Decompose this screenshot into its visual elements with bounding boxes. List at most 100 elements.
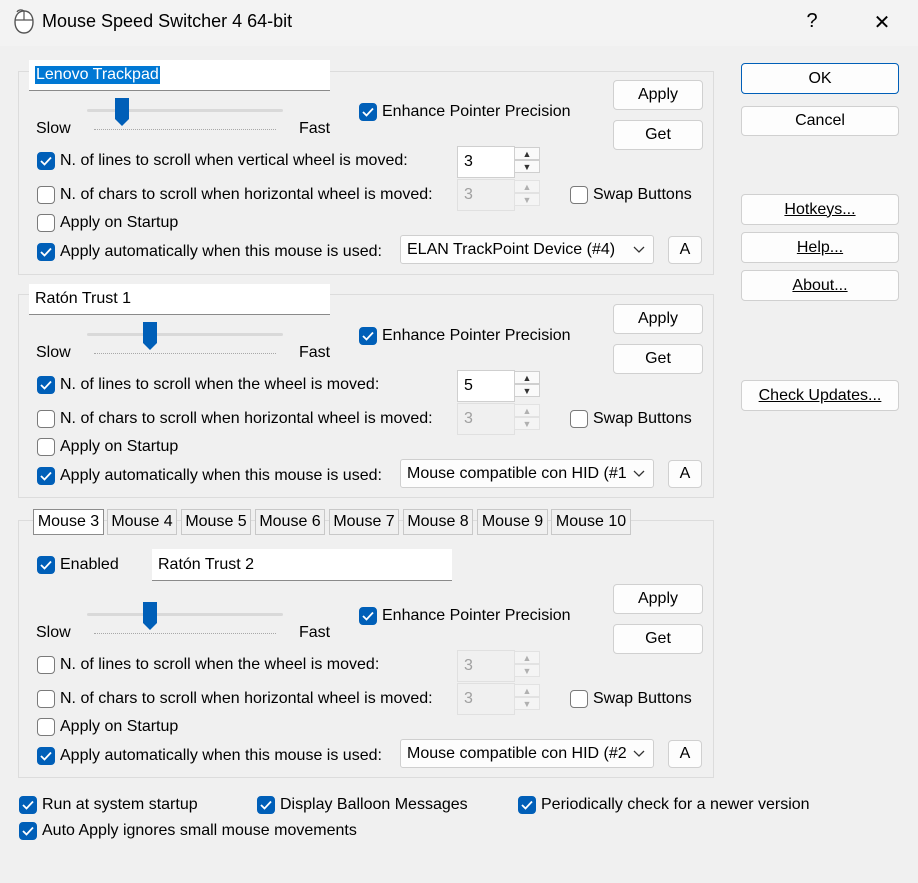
mouse3-lines-checkbox[interactable] (37, 656, 55, 674)
spin-down-icon: ▼ (514, 193, 540, 206)
mouse3-startup-checkbox[interactable] (37, 718, 55, 736)
mouse2-name-field[interactable]: Ratón Trust 1 (29, 284, 330, 315)
mouse1-lines-value: 3 (464, 153, 473, 170)
mouse1-get-button[interactable]: Get (613, 120, 703, 150)
mouse3-swap-label: Swap Buttons (593, 690, 692, 707)
cancel-button[interactable]: Cancel (741, 106, 899, 136)
chevron-down-icon (633, 746, 645, 765)
close-icon[interactable]: ✕ (862, 10, 902, 35)
checkmark-icon (40, 560, 52, 570)
mouse2-name-text: Ratón Trust 1 (35, 290, 132, 307)
chevron-down-icon (633, 466, 645, 485)
mouse2-swap-checkbox[interactable] (570, 410, 588, 428)
mouse1-a-button[interactable]: A (668, 236, 702, 264)
mouse1-swap-checkbox[interactable] (570, 186, 588, 204)
tab-mouse-6[interactable]: Mouse 6 (255, 509, 325, 535)
mouse2-auto-checkbox[interactable] (37, 467, 55, 485)
help-button-label: Help... (796, 238, 844, 256)
spin-down-icon[interactable]: ▼ (514, 384, 540, 397)
mouse1-name-field[interactable]: Lenovo Trackpad (29, 60, 330, 91)
mouse2-chars-spin-arrows: ▲ ▼ (514, 404, 540, 430)
balloon-label: Display Balloon Messages (280, 796, 468, 813)
mouse2-device-combo[interactable]: Mouse compatible con HID (#1 (400, 459, 654, 488)
hotkeys-button-label: Hotkeys... (784, 200, 856, 218)
mouse2-lines-spin-input[interactable]: 5 (457, 370, 515, 402)
mouse1-speed-thumb[interactable] (114, 97, 130, 127)
mouse3-enhance-checkbox[interactable] (359, 607, 377, 625)
mouse3-chars-label: N. of chars to scroll when horizontal wh… (60, 690, 433, 707)
checkmark-icon (22, 800, 34, 810)
mouse3-speed-thumb[interactable] (142, 601, 158, 631)
mouse1-chars-checkbox[interactable] (37, 186, 55, 204)
tab-mouse-10[interactable]: Mouse 10 (551, 509, 631, 535)
mouse1-apply-button[interactable]: Apply (613, 80, 703, 110)
balloon-checkbox[interactable] (257, 796, 275, 814)
mouse3-chars-value: 3 (464, 690, 473, 707)
check-updates-button[interactable]: Check Updates... (741, 380, 899, 411)
tab-mouse-8[interactable]: Mouse 8 (403, 509, 473, 535)
mouse2-lines-checkbox[interactable] (37, 376, 55, 394)
mouse2-startup-checkbox[interactable] (37, 438, 55, 456)
spin-up-icon[interactable]: ▲ (514, 651, 540, 664)
run-startup-checkbox[interactable] (19, 796, 37, 814)
mouse3-auto-checkbox[interactable] (37, 747, 55, 765)
check-updates-button-label: Check Updates... (758, 386, 882, 404)
mouse2-get-button[interactable]: Get (613, 344, 703, 374)
mouse3-a-button[interactable]: A (668, 740, 702, 768)
mouse1-chars-label: N. of chars to scroll when horizontal wh… (60, 186, 433, 203)
tab-mouse-3[interactable]: Mouse 3 (33, 509, 104, 535)
mouse2-speed-track (87, 333, 283, 336)
ok-button[interactable]: OK (741, 63, 899, 94)
mouse2-chars-checkbox[interactable] (37, 410, 55, 428)
spin-up-icon[interactable]: ▲ (514, 147, 540, 160)
checkmark-icon (260, 800, 272, 810)
mouse2-speed-thumb[interactable] (142, 321, 158, 351)
tab-mouse-7[interactable]: Mouse 7 (329, 509, 399, 535)
mouse1-speed-ticks (94, 129, 276, 131)
spin-down-icon: ▼ (514, 417, 540, 430)
mouse1-lines-checkbox[interactable] (37, 152, 55, 170)
spin-down-icon[interactable]: ▼ (514, 160, 540, 173)
spin-up-icon[interactable]: ▲ (514, 371, 540, 384)
mouse1-enhance-checkbox[interactable] (359, 103, 377, 121)
mouse1-auto-checkbox[interactable] (37, 243, 55, 261)
mouse1-enhance-label: Enhance Pointer Precision (382, 103, 571, 120)
tab-mouse-5[interactable]: Mouse 5 (181, 509, 251, 535)
mouse3-lines-spin-input[interactable]: 3 (457, 650, 515, 682)
mouse2-apply-button[interactable]: Apply (613, 304, 703, 334)
mouse1-lines-spin-input[interactable]: 3 (457, 146, 515, 178)
checkmark-icon (362, 611, 374, 621)
mouse3-apply-button[interactable]: Apply (613, 584, 703, 614)
auto-apply-ignore-checkbox[interactable] (19, 822, 37, 840)
tab-mouse-4[interactable]: Mouse 4 (107, 509, 177, 535)
spin-down-icon[interactable]: ▼ (514, 664, 540, 677)
mouse2-slow-label: Slow (36, 344, 71, 361)
checkmark-icon (40, 380, 52, 390)
tab-mouse-9[interactable]: Mouse 9 (477, 509, 548, 535)
mouse3-chars-checkbox[interactable] (37, 690, 55, 708)
checkmark-icon (40, 751, 52, 761)
mouse1-device-combo[interactable]: ELAN TrackPoint Device (#4) (400, 235, 654, 264)
mouse1-startup-checkbox[interactable] (37, 214, 55, 232)
help-button[interactable]: Help... (741, 232, 899, 263)
checkmark-icon (362, 331, 374, 341)
hotkeys-button[interactable]: Hotkeys... (741, 194, 899, 225)
mouse3-swap-checkbox[interactable] (570, 690, 588, 708)
mouse2-auto-label: Apply automatically when this mouse is u… (60, 467, 382, 484)
enabled-checkbox[interactable] (37, 556, 55, 574)
about-button[interactable]: About... (741, 270, 899, 301)
mouse3-lines-spin-arrows[interactable]: ▲ ▼ (514, 651, 540, 677)
mouse3-fast-label: Fast (299, 624, 331, 641)
mouse2-a-button[interactable]: A (668, 460, 702, 488)
mouse3-device-combo[interactable]: Mouse compatible con HID (#2 (400, 739, 654, 768)
mouse3-name-field[interactable]: Ratón Trust 2 (152, 549, 452, 581)
mouse2-enhance-checkbox[interactable] (359, 327, 377, 345)
help-title-button[interactable]: ? (792, 10, 832, 33)
mouse2-lines-spin-arrows[interactable]: ▲ ▼ (514, 371, 540, 397)
mouse3-get-button[interactable]: Get (613, 624, 703, 654)
mouse3-enhance-label: Enhance Pointer Precision (382, 607, 571, 624)
mouse1-lines-spin-arrows[interactable]: ▲ ▼ (514, 147, 540, 173)
mouse2-chars-label: N. of chars to scroll when horizontal wh… (60, 410, 433, 427)
check-newer-checkbox[interactable] (518, 796, 536, 814)
run-startup-label: Run at system startup (42, 796, 198, 813)
